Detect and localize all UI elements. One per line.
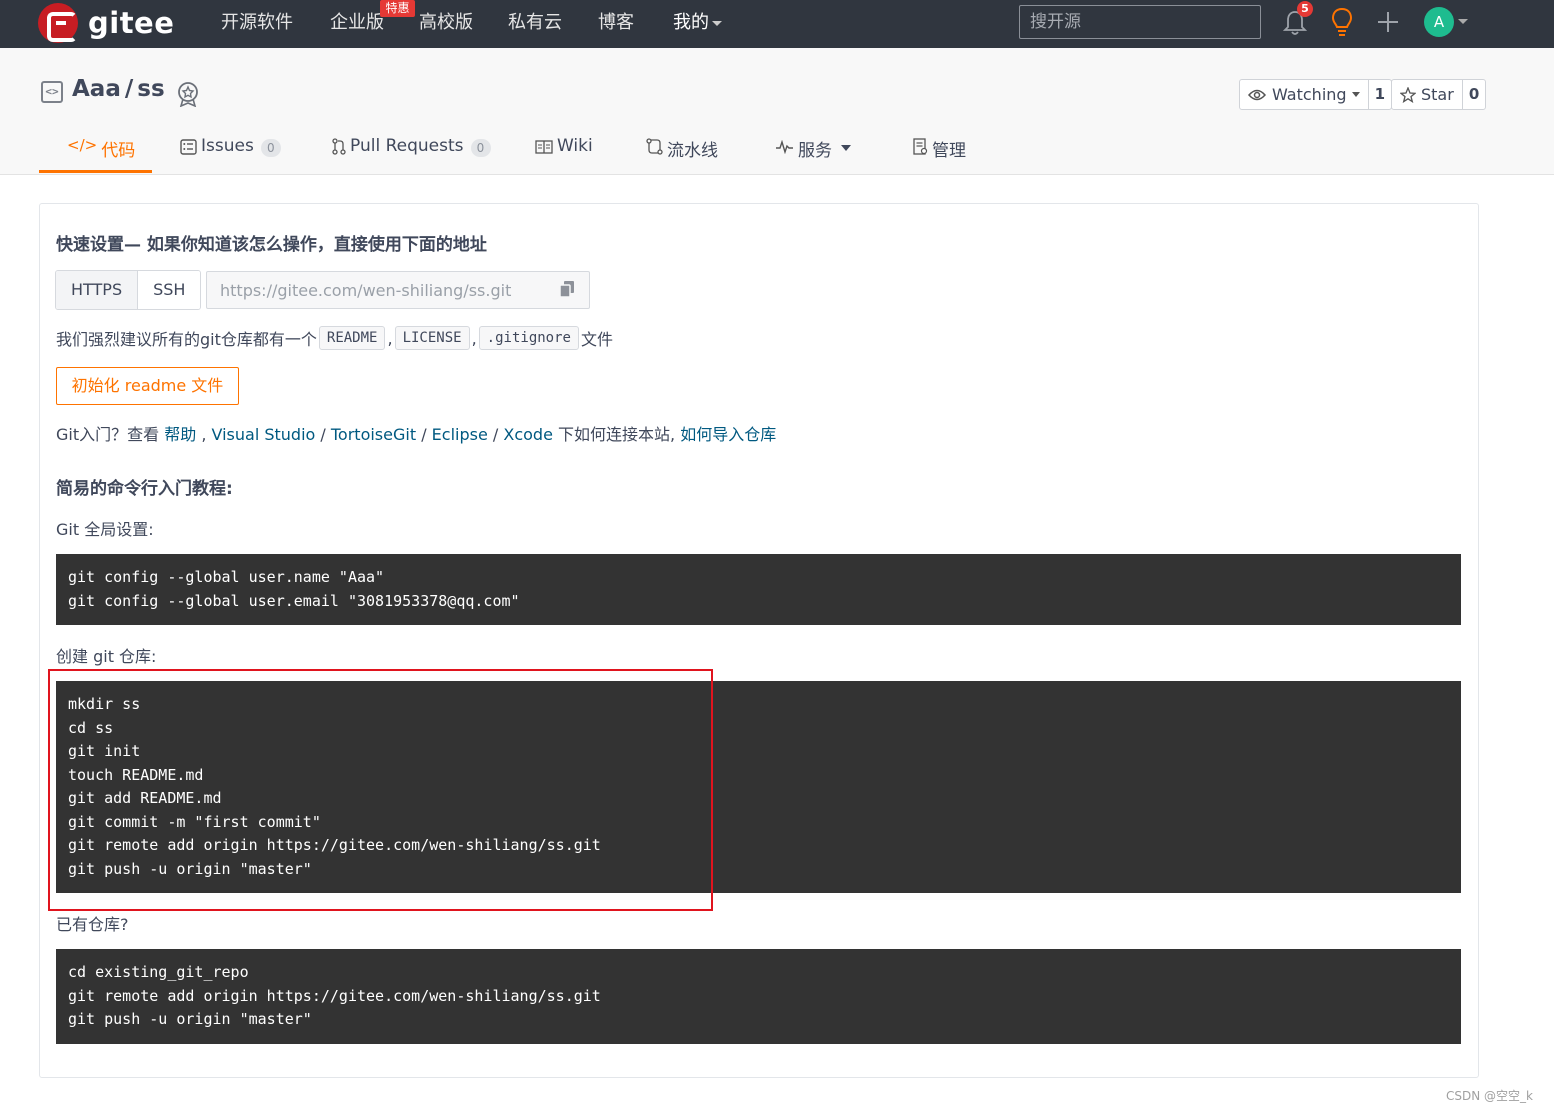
settings-icon bbox=[913, 138, 928, 155]
nav-mine-label: 我的 bbox=[673, 12, 709, 33]
quick-setup-title: 快速设置— 如果你知道该怎么操作，直接使用下面的地址 bbox=[56, 235, 487, 255]
tab-code[interactable]: </> 代码 bbox=[67, 136, 135, 174]
git-intro-prefix: Git入门？查看 bbox=[56, 425, 165, 444]
suggestion-comma: , bbox=[387, 328, 393, 348]
repo-title: Aaa / ss bbox=[72, 76, 165, 102]
nav-private-cloud[interactable]: 私有云 bbox=[508, 10, 562, 36]
clone-url-field[interactable]: https://gitee.com/wen-shiliang/ss.git bbox=[206, 271, 590, 309]
star-icon bbox=[1400, 86, 1416, 103]
copy-icon[interactable] bbox=[559, 280, 575, 298]
suggestion-suffix: 文件 bbox=[580, 330, 613, 349]
nav-blog[interactable]: 博客 bbox=[598, 10, 634, 36]
watching-label: Watching bbox=[1272, 85, 1347, 104]
tab-pipeline[interactable]: 流水线 bbox=[646, 136, 718, 174]
watch-button-group: Watching 1 bbox=[1239, 79, 1392, 110]
separator: / bbox=[315, 425, 331, 444]
star-count[interactable]: 0 bbox=[1461, 80, 1485, 109]
wiki-icon bbox=[535, 140, 553, 154]
suggestion-prefix: 我们强烈建议所有的git仓库都有一个 bbox=[56, 330, 317, 349]
tab-pipeline-label: 流水线 bbox=[667, 141, 718, 161]
repo-name-link[interactable]: ss bbox=[137, 76, 164, 102]
readme-chip: README bbox=[318, 326, 386, 350]
tab-settings[interactable]: 管理 bbox=[913, 136, 966, 174]
issues-icon bbox=[180, 139, 197, 155]
nav-mine[interactable]: 我的 bbox=[673, 10, 722, 36]
git-intro-mid: 下如何连接本站, bbox=[552, 425, 681, 444]
existing-repo-code: cd existing_git_repo git remote add orig… bbox=[56, 949, 1461, 1044]
import-repo-link[interactable]: 如何导入仓库 bbox=[680, 425, 776, 444]
nav-enterprise[interactable]: 企业版 bbox=[330, 10, 384, 36]
tab-wiki[interactable]: Wiki bbox=[535, 136, 593, 174]
pull-request-icon bbox=[332, 138, 346, 155]
init-readme-button[interactable]: 初始化 readme 文件 bbox=[56, 367, 239, 405]
csdn-watermark: CSDN @空空_k bbox=[1446, 1089, 1533, 1103]
separator: / bbox=[416, 425, 432, 444]
suggestion-comma: , bbox=[471, 328, 477, 348]
tab-service[interactable]: 服务 bbox=[775, 136, 851, 174]
lightbulb-icon[interactable] bbox=[1330, 7, 1354, 37]
repo-header: <> Aaa / ss Watching 1 Star 0 </> 代码 Iss… bbox=[0, 48, 1554, 175]
global-settings-label: Git 全局设置: bbox=[56, 520, 154, 539]
recommend-badge-icon[interactable] bbox=[176, 81, 200, 107]
plus-icon[interactable] bbox=[1376, 10, 1400, 34]
star-button-group: Star 0 bbox=[1391, 79, 1487, 110]
brand-name: gitee bbox=[88, 6, 175, 40]
tab-issues-label: Issues bbox=[201, 136, 254, 156]
repo-owner-link[interactable]: Aaa bbox=[72, 76, 121, 102]
annotation-highlight-box bbox=[48, 669, 713, 911]
nav-open-source[interactable]: 开源软件 bbox=[221, 10, 293, 36]
search-input[interactable] bbox=[1019, 5, 1261, 39]
tab-pull-requests-label: Pull Requests bbox=[350, 136, 464, 156]
tortoisegit-link[interactable]: TortoiseGit bbox=[331, 425, 416, 444]
git-intro-line: Git入门？查看 帮助 , Visual Studio / TortoiseGi… bbox=[56, 421, 776, 445]
promo-badge: 特惠 bbox=[380, 0, 415, 17]
star-button[interactable]: Star bbox=[1392, 80, 1462, 109]
tab-service-label: 服务 bbox=[798, 141, 832, 161]
license-chip: LICENSE bbox=[394, 326, 470, 350]
file-suggestion: 我们强烈建议所有的git仓库都有一个 README , LICENSE , .g… bbox=[56, 324, 613, 352]
tab-wiki-label: Wiki bbox=[557, 136, 593, 156]
repo-title-separator: / bbox=[124, 76, 134, 102]
nav-education[interactable]: 高校版 bbox=[419, 10, 473, 36]
global-config-code: git config --global user.name "Aaa" git … bbox=[56, 554, 1461, 625]
gitignore-chip: .gitignore bbox=[478, 326, 579, 350]
star-label: Star bbox=[1421, 85, 1454, 104]
xcode-link[interactable]: Xcode bbox=[503, 425, 553, 444]
tab-pull-requests[interactable]: Pull Requests 0 bbox=[332, 136, 491, 174]
watching-button[interactable]: Watching bbox=[1240, 80, 1368, 109]
tab-issues[interactable]: Issues 0 bbox=[180, 136, 281, 174]
watching-count[interactable]: 1 bbox=[1367, 80, 1391, 109]
code-icon: </> bbox=[67, 136, 98, 154]
active-tab-indicator bbox=[39, 170, 152, 173]
avatar-chevron-down-icon[interactable] bbox=[1458, 19, 1468, 24]
chevron-down-icon bbox=[841, 145, 851, 151]
https-button[interactable]: HTTPS bbox=[56, 271, 139, 309]
service-icon bbox=[776, 140, 793, 154]
clone-url-text: https://gitee.com/wen-shiliang/ss.git bbox=[220, 281, 512, 300]
protocol-toggle: HTTPS SSH bbox=[55, 270, 202, 310]
ssh-button[interactable]: SSH bbox=[138, 271, 201, 309]
separator: / bbox=[487, 425, 504, 444]
issues-count-badge: 0 bbox=[260, 139, 281, 157]
help-link[interactable]: 帮助 bbox=[164, 425, 196, 444]
pull-requests-count-badge: 0 bbox=[470, 139, 491, 157]
chevron-down-icon bbox=[1351, 92, 1360, 97]
tab-settings-label: 管理 bbox=[932, 141, 966, 161]
avatar[interactable]: A bbox=[1424, 7, 1454, 37]
notification-count-badge: 5 bbox=[1297, 1, 1313, 17]
eclipse-link[interactable]: Eclipse bbox=[432, 425, 488, 444]
existing-repo-label: 已有仓库? bbox=[56, 915, 129, 934]
separator: , bbox=[196, 425, 212, 444]
gitee-logo[interactable]: gitee bbox=[38, 3, 174, 43]
tab-code-label: 代码 bbox=[101, 141, 136, 161]
eye-icon bbox=[1248, 89, 1266, 100]
create-repo-label: 创建 git 仓库: bbox=[56, 647, 157, 666]
chevron-down-icon bbox=[712, 20, 722, 26]
pipeline-icon bbox=[646, 138, 663, 155]
top-navbar: gitee 开源软件 企业版 特惠 高校版 私有云 博客 我的 5 A bbox=[0, 0, 1554, 48]
tutorial-title: 简易的命令行入门教程: bbox=[56, 479, 233, 499]
visual-studio-link[interactable]: Visual Studio bbox=[212, 425, 316, 444]
gitee-logo-icon bbox=[38, 3, 78, 43]
repo-code-icon: <> bbox=[41, 81, 63, 103]
